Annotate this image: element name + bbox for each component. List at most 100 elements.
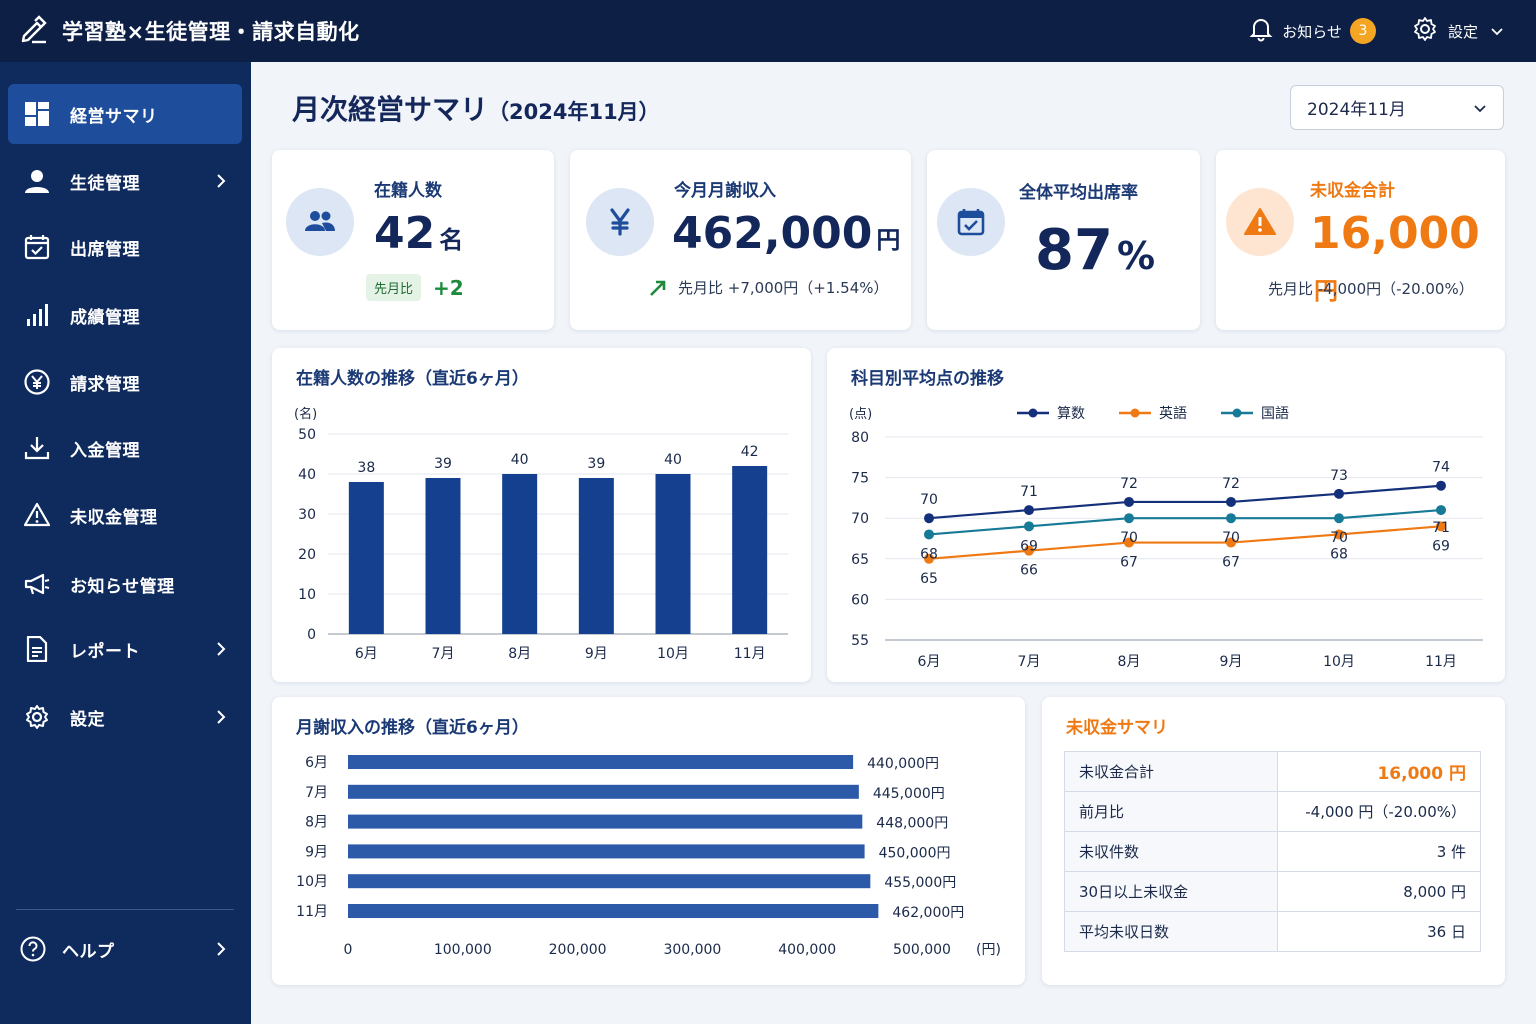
table-row: 平均未収日数 36 日 (1064, 911, 1481, 952)
bar (348, 844, 865, 859)
legend-label: 国語 (1261, 406, 1289, 422)
data-label: 40 (664, 452, 682, 468)
y-tick-label: 50 (298, 427, 316, 443)
sidebar-item-reports[interactable]: レポート (8, 619, 242, 679)
table-row: 未収金合計 16,000 円 (1064, 751, 1481, 792)
sidebar-item-students[interactable]: 生徒管理 (8, 151, 242, 211)
series-line (928, 484, 1442, 520)
settings-menu-button[interactable]: 設定 (1412, 16, 1504, 46)
y-tick-label: 40 (298, 467, 316, 483)
sidebar-item-grades[interactable]: 成績管理 (8, 285, 242, 345)
tuition-bar-chart: 6月 440,000円 7月 445,000円 8月 448,000円 9月 450,000円… (296, 755, 1001, 958)
bar (655, 474, 691, 634)
data-label: 69 (1432, 538, 1450, 554)
x-tick-label: 400,000 (778, 942, 836, 958)
dashboard-icon (24, 101, 50, 127)
pencil-logo-icon (18, 14, 48, 48)
sidebar-item-announcements[interactable]: お知らせ管理 (8, 554, 242, 614)
x-tick-label: 11月 (1425, 654, 1457, 670)
sidebar-item-label: 請求管理 (70, 374, 140, 395)
help-icon (20, 936, 46, 962)
sidebar-item-attendance[interactable]: 出席管理 (8, 217, 242, 277)
data-label: 65 (920, 571, 938, 587)
data-label: 462,000円 (892, 905, 964, 921)
sidebar-item-label: お知らせ管理 (70, 576, 175, 597)
compare-badge: 先月比 (366, 274, 422, 301)
x-tick-label: 11月 (734, 646, 766, 662)
download-icon (24, 435, 50, 461)
month-select[interactable]: 2024年11月 (1290, 85, 1504, 130)
y-tick-label: 9月 (305, 844, 328, 860)
bar (348, 904, 879, 918)
data-label: 71 (1432, 520, 1450, 536)
data-label: 42 (741, 444, 759, 460)
data-label: 68 (1330, 546, 1348, 562)
kpi-card-students: 在籍人数 42 名 先月比 +2 (272, 150, 554, 330)
row-value: 36 日 (1277, 911, 1481, 952)
y-tick-label: 70 (851, 511, 869, 527)
row-label: 前月比 (1064, 791, 1278, 832)
unpaid-summary-card: 未収金サマリ 未収金合計 16,000 円前月比 -4,000 円（-20.00%）… (1042, 697, 1505, 985)
data-label: 70 (1120, 530, 1138, 546)
row-label: 30日以上未収金 (1064, 871, 1278, 912)
series-line (928, 508, 1442, 536)
sidebar-item-label: 成績管理 (70, 307, 140, 328)
row-value: 8,000 円 (1277, 871, 1481, 912)
document-icon (24, 636, 50, 662)
kpi-label: 全体平均出席率 (1019, 183, 1138, 203)
notifications-count-badge: 3 (1349, 18, 1376, 44)
data-point (1436, 505, 1446, 516)
notifications-button[interactable]: お知らせ 3 (1248, 16, 1376, 46)
x-tick-label: 100,000 (434, 942, 492, 958)
bar (348, 482, 384, 634)
person-icon (24, 168, 50, 194)
table-row: 未収件数 3 件 (1064, 831, 1481, 872)
sidebar-item-settings[interactable]: 設定 (8, 687, 242, 747)
y-tick-label: 8月 (305, 815, 328, 831)
compare-value: +2 (433, 275, 464, 300)
data-point (1024, 521, 1034, 532)
bar (348, 874, 871, 889)
data-label: 39 (434, 456, 452, 472)
data-label: 66 (1020, 563, 1038, 579)
y-tick-label: 20 (298, 547, 316, 563)
data-label: 70 (1330, 530, 1348, 546)
enrollment-chart-card: 在籍人数の推移（直近6ヶ月） (名) 0 10 20 30 40 50 38 6月 39 7月 40 8… (272, 348, 811, 682)
notifications-label: お知らせ (1282, 22, 1342, 41)
sidebar-item-label: 入金管理 (70, 440, 140, 461)
page-title: 月次経営サマリ（2024年11月） (292, 88, 660, 128)
legend-marker (1130, 408, 1140, 418)
legend-label: 算数 (1057, 406, 1085, 422)
kpi-value: 87% (1035, 218, 1156, 283)
data-label: 440,000円 (867, 756, 939, 772)
data-label: 71 (1020, 484, 1038, 500)
table-row: 30日以上未収金 8,000 円 (1064, 871, 1481, 912)
kpi-card-attendance: 全体平均出席率 87% (927, 150, 1200, 330)
sidebar: 経営サマリ 生徒管理 出席管理 成績管理 請求管理 入金管理 未収金管理 お知ら… (0, 62, 251, 1024)
row-label: 平均未収日数 (1064, 911, 1278, 952)
sidebar-item-summary[interactable]: 経営サマリ (8, 84, 242, 144)
data-label: 74 (1432, 460, 1450, 476)
yen-icon (586, 188, 654, 256)
kpi-label: 未収金合計 (1310, 181, 1395, 201)
x-tick-label: 9月 (1220, 654, 1243, 670)
kpi-label: 在籍人数 (374, 181, 442, 201)
sidebar-item-billing[interactable]: 請求管理 (8, 352, 242, 412)
data-label: 455,000円 (884, 875, 956, 891)
y-tick-label: 7月 (305, 785, 328, 801)
scores-chart-card: 科目別平均点の推移 (点) 55 60 65 70 75 80 6月 7月 8月 9月 10月 11月算… (827, 348, 1505, 682)
row-label: 未収金合計 (1064, 751, 1278, 792)
sidebar-item-help[interactable]: ヘルプ (8, 919, 242, 979)
sidebar-item-payments[interactable]: 入金管理 (8, 418, 242, 478)
data-label: 39 (587, 456, 605, 472)
table-row: 前月比 -4,000 円（-20.00%） (1064, 791, 1481, 832)
data-label: 40 (511, 452, 529, 468)
x-tick-label: 8月 (1118, 654, 1141, 670)
megaphone-icon (24, 571, 50, 597)
y-tick-label: 10月 (296, 874, 328, 890)
y-axis-unit-label: (名) (294, 406, 317, 422)
unpaid-summary-title: 未収金サマリ (1066, 718, 1168, 738)
sidebar-item-unpaid[interactable]: 未収金管理 (8, 485, 242, 545)
sidebar-item-label: 設定 (70, 709, 105, 730)
scores-line-chart: (点) 55 60 65 70 75 80 6月 7月 8月 9月 10月 11月 算数 70 71 72 72 7… (849, 405, 1483, 670)
